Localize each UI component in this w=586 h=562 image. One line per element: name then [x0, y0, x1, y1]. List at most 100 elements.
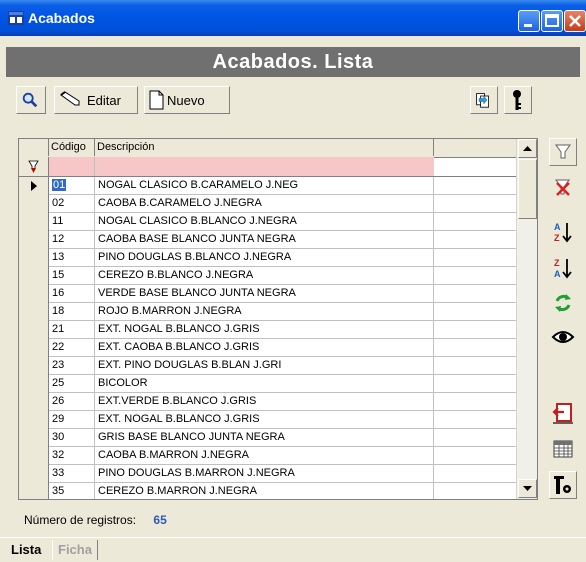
cell-code[interactable]: 22 [49, 339, 95, 356]
cell-description[interactable]: ROJO B.MARRON J.NEGRA [95, 303, 434, 320]
settings-button[interactable] [549, 471, 577, 499]
cell-code-text: 29 [52, 413, 65, 425]
table-row[interactable]: 23 EXT. PINO DOUGLAS B.BLAN J.GRI [19, 357, 516, 375]
vertical-scrollbar[interactable] [516, 139, 537, 499]
table-row[interactable]: 01 NOGAL CLASICO B.CARAMELO J.NEG [19, 177, 516, 195]
table-row[interactable]: 11 NOGAL CLASICO B.BLANCO J.NEGRA [19, 213, 516, 231]
cell-code-text: 35 [52, 485, 65, 497]
cell-description[interactable]: EXT. NOGAL B.BLANCO J.GRIS [95, 411, 434, 428]
cell-code-text: 12 [52, 233, 65, 245]
tab-lista[interactable]: Lista [6, 540, 46, 560]
arrow-down-icon [523, 486, 532, 491]
cell-code[interactable]: 01 [49, 177, 95, 194]
cell-code[interactable]: 26 [49, 393, 95, 410]
row-indicator [19, 249, 49, 267]
sort-descending-button[interactable]: Z A [549, 254, 577, 282]
exit-button[interactable] [549, 399, 577, 427]
cell-code[interactable]: 13 [49, 249, 95, 266]
cell-description[interactable]: EXT. NOGAL B.BLANCO J.GRIS [95, 321, 434, 338]
cell-description[interactable]: PINO DOUGLAS B.BLANCO J.NEGRA [95, 249, 434, 266]
view-button[interactable] [549, 323, 577, 351]
table-row[interactable]: 26 EXT.VERDE B.BLANCO J.GRIS [19, 393, 516, 411]
filter-description-input[interactable] [95, 157, 434, 176]
scroll-thumb[interactable] [518, 159, 537, 219]
table-row[interactable]: 25 BICOLOR [19, 375, 516, 393]
table-row[interactable]: 35 CEREZO B.MARRON J.NEGRA [19, 483, 516, 499]
cell-description[interactable]: CEREZO B.BLANCO J.NEGRA [95, 267, 434, 284]
svg-text:Z: Z [554, 233, 560, 243]
table-row[interactable]: 33 PINO DOUGLAS B.MARRON J.NEGRA [19, 465, 516, 483]
filter-button[interactable] [549, 138, 577, 166]
cell-code[interactable]: 25 [49, 375, 95, 392]
filter-code-input[interactable] [49, 157, 95, 176]
table-row[interactable]: 12 CAOBA BASE BLANCO JUNTA NEGRA [19, 231, 516, 249]
table-icon [553, 440, 573, 458]
table-row[interactable]: 15 CEREZO B.BLANCO J.NEGRA [19, 267, 516, 285]
cell-code-text: 01 [52, 179, 67, 191]
table-view-button[interactable] [549, 435, 577, 463]
cell-code[interactable]: 16 [49, 285, 95, 302]
table-row[interactable]: 21 EXT. NOGAL B.BLANCO J.GRIS [19, 321, 516, 339]
table-row[interactable]: 16 VERDE BASE BLANCO JUNTA NEGRA [19, 285, 516, 303]
cell-code[interactable]: 33 [49, 465, 95, 482]
search-icon [22, 92, 38, 108]
cell-description[interactable]: PINO DOUGLAS B.MARRON J.NEGRA [95, 465, 434, 482]
app-icon [8, 11, 24, 25]
maximize-button[interactable] [541, 10, 563, 32]
cell-code[interactable]: 35 [49, 483, 95, 499]
row-indicator [19, 357, 49, 375]
cell-code[interactable]: 15 [49, 267, 95, 284]
cell-code-text: 02 [52, 197, 65, 209]
cell-code[interactable]: 18 [49, 303, 95, 320]
key-button[interactable] [504, 86, 532, 114]
cell-description[interactable]: EXT. PINO DOUGLAS B.BLAN J.GRI [95, 357, 434, 374]
table-row[interactable]: 13 PINO DOUGLAS B.BLANCO J.NEGRA [19, 249, 516, 267]
table-row[interactable]: 32 CAOBA B.MARRON J.NEGRA [19, 447, 516, 465]
export-button[interactable] [470, 86, 498, 114]
cell-code[interactable]: 30 [49, 429, 95, 446]
tab-ficha[interactable]: Ficha [52, 540, 98, 560]
cell-code[interactable]: 11 [49, 213, 95, 230]
scroll-down-button[interactable] [518, 479, 537, 498]
cell-description[interactable]: CEREZO B.MARRON J.NEGRA [95, 483, 434, 499]
sort-ascending-button[interactable]: A Z [549, 218, 577, 246]
cell-code[interactable]: 32 [49, 447, 95, 464]
cell-description[interactable]: VERDE BASE BLANCO JUNTA NEGRA [95, 285, 434, 302]
cell-code[interactable]: 21 [49, 321, 95, 338]
cell-code[interactable]: 29 [49, 411, 95, 428]
cell-code-text: 21 [52, 323, 65, 335]
table-row[interactable]: 22 EXT. CAOBA B.BLANCO J.GRIS [19, 339, 516, 357]
table-row[interactable]: 18 ROJO B.MARRON J.NEGRA [19, 303, 516, 321]
cell-description[interactable]: CAOBA B.CARAMELO J.NEGRA [95, 195, 434, 212]
new-button[interactable]: Nuevo [144, 86, 230, 114]
cell-code[interactable]: 12 [49, 231, 95, 248]
table-row[interactable]: 30 GRIS BASE BLANCO JUNTA NEGRA [19, 429, 516, 447]
cell-code[interactable]: 23 [49, 357, 95, 374]
cell-description[interactable]: NOGAL CLASICO B.CARAMELO J.NEG [95, 177, 434, 194]
clear-filter-button[interactable] [549, 174, 577, 202]
minimize-button[interactable] [518, 10, 540, 32]
cell-description[interactable]: BICOLOR [95, 375, 434, 392]
table-row[interactable]: 02 CAOBA B.CARAMELO J.NEGRA [19, 195, 516, 213]
list-header: Acabados. Lista [6, 47, 580, 77]
svg-text:A: A [554, 222, 561, 232]
table-row[interactable]: 29 EXT. NOGAL B.BLANCO J.GRIS [19, 411, 516, 429]
column-header-description[interactable]: Descripción [95, 139, 434, 156]
cell-description[interactable]: EXT. CAOBA B.BLANCO J.GRIS [95, 339, 434, 356]
row-indicator [19, 465, 49, 483]
close-button[interactable] [564, 10, 586, 32]
refresh-button[interactable] [549, 289, 577, 317]
column-header-code[interactable]: Código [49, 139, 95, 156]
scroll-up-button[interactable] [518, 139, 537, 158]
cell-description[interactable]: CAOBA BASE BLANCO JUNTA NEGRA [95, 231, 434, 248]
edit-button[interactable]: Editar [54, 86, 138, 114]
cell-code[interactable]: 02 [49, 195, 95, 212]
search-button[interactable] [16, 86, 46, 114]
cell-description[interactable]: EXT.VERDE B.BLANCO J.GRIS [95, 393, 434, 410]
cell-description[interactable]: GRIS BASE BLANCO JUNTA NEGRA [95, 429, 434, 446]
cell-description[interactable]: CAOBA B.MARRON J.NEGRA [95, 447, 434, 464]
cell-description[interactable]: NOGAL CLASICO B.BLANCO J.NEGRA [95, 213, 434, 230]
cell-code-text: 16 [52, 287, 65, 299]
window-title: Acabados [28, 10, 95, 26]
cell-code-text: 18 [52, 305, 65, 317]
